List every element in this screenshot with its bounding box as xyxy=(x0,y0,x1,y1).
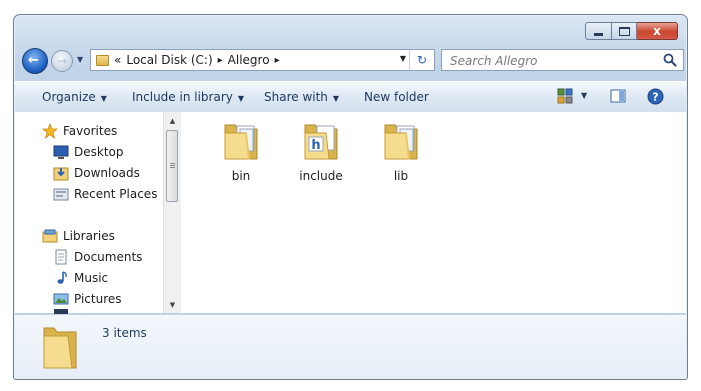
caption-buttons: x xyxy=(585,22,678,40)
scroll-down-arrow[interactable]: ▼ xyxy=(164,296,181,313)
close-button[interactable]: x xyxy=(637,22,678,40)
share-with-menu[interactable]: Share with ▼ xyxy=(264,90,339,104)
refresh-icon: ↻ xyxy=(416,53,428,67)
view-options-dropdown[interactable]: ▼ xyxy=(581,91,587,100)
sidebar-item-label: Desktop xyxy=(74,145,124,159)
breadcrumb-local-disk[interactable]: Local Disk (C:) xyxy=(126,53,212,67)
file-list: bin h include lib xyxy=(181,112,686,313)
sidebar-item-label: Favorites xyxy=(63,124,118,138)
minimize-icon xyxy=(594,32,603,36)
sidebar-item-documents[interactable]: Documents xyxy=(53,248,142,266)
include-in-library-menu[interactable]: Include in library ▼ xyxy=(132,90,244,104)
search-icon[interactable] xyxy=(662,52,678,68)
address-dropdown[interactable]: ▼ xyxy=(400,54,406,63)
recent-places-icon xyxy=(53,188,69,201)
search-box[interactable] xyxy=(441,49,684,71)
sidebar-item-label: Downloads xyxy=(74,166,140,180)
preview-pane-icon[interactable] xyxy=(610,88,626,104)
sidebar-item-desktop[interactable]: Desktop xyxy=(53,143,124,161)
folder-icon xyxy=(224,124,258,160)
chevron-down-icon: ▼ xyxy=(100,94,107,103)
new-folder-label: New folder xyxy=(364,90,429,104)
forward-button[interactable]: → xyxy=(51,50,73,72)
folder-item-bin[interactable]: bin xyxy=(211,117,271,183)
close-icon: x xyxy=(653,24,661,38)
star-icon xyxy=(42,123,58,139)
maximize-button[interactable] xyxy=(612,22,637,40)
command-bar: Organize ▼ Include in library ▼ Share with… xyxy=(15,81,686,113)
chevron-down-icon: ▼ xyxy=(332,94,340,103)
breadcrumb-separator[interactable]: ▸ xyxy=(218,55,223,66)
sidebar-item-label: Recent Places xyxy=(74,187,158,201)
minimize-button[interactable] xyxy=(585,22,612,40)
folder-label: include xyxy=(299,169,343,183)
chevron-down-icon: ▼ xyxy=(237,94,245,103)
organize-menu[interactable]: Organize ▼ xyxy=(42,90,107,104)
svg-text:?: ? xyxy=(652,91,658,104)
scroll-up-arrow[interactable]: ▲ xyxy=(164,112,181,129)
sidebar-item-label: Pictures xyxy=(74,292,122,306)
sidebar-item-recent-places[interactable]: Recent Places xyxy=(53,185,157,203)
folder-h-icon: h xyxy=(304,124,338,160)
share-with-label: Share with xyxy=(264,90,328,104)
change-view-icon[interactable] xyxy=(557,88,573,104)
folder-item-include[interactable]: h include xyxy=(291,117,351,183)
navigation-pane-scrollbar[interactable]: ▲ ▼ xyxy=(163,112,181,313)
grip-icon xyxy=(170,163,175,164)
back-button[interactable]: ← xyxy=(22,48,48,74)
sidebar-item-libraries[interactable]: Libraries xyxy=(42,227,115,245)
sidebar-item-label: Music xyxy=(74,271,109,285)
folder-label: lib xyxy=(393,169,409,183)
navigation-pane: Favorites Desktop Downloads Recent Place… xyxy=(15,112,163,314)
sidebar-item-music[interactable]: Music xyxy=(53,269,108,287)
sidebar-item-favorites[interactable]: Favorites xyxy=(42,122,117,140)
forward-arrow-icon: → xyxy=(57,54,68,68)
sidebar-item-label: Libraries xyxy=(63,229,115,243)
explorer-window: x ← → ▼ « Local Disk (C:) ▸ Allegro ▸ ▼ … xyxy=(13,14,688,380)
breadcrumb-allegro[interactable]: Allegro xyxy=(228,53,270,67)
documents-icon xyxy=(55,249,67,265)
include-in-library-label: Include in library xyxy=(132,90,233,104)
search-input[interactable] xyxy=(448,51,652,71)
sidebar-item-downloads[interactable]: Downloads xyxy=(53,164,140,182)
refresh-button[interactable]: ↻ xyxy=(409,50,434,70)
back-arrow-icon: ← xyxy=(28,53,39,68)
item-count: 3 items xyxy=(102,326,147,340)
pictures-icon xyxy=(53,293,69,305)
folder-label: bin xyxy=(231,169,251,183)
details-pane: 3 items xyxy=(15,314,686,379)
organize-label: Organize xyxy=(42,90,96,104)
sidebar-item-label: Documents xyxy=(74,250,143,264)
folder-icon xyxy=(96,54,109,66)
new-folder-button[interactable]: New folder xyxy=(364,90,429,104)
sidebar-item-pictures[interactable]: Pictures xyxy=(53,290,122,308)
desktop-icon xyxy=(53,145,69,159)
music-note-icon xyxy=(57,271,67,284)
downloads-icon xyxy=(53,167,69,181)
breadcrumb-separator[interactable]: ▸ xyxy=(275,55,280,66)
address-bar[interactable]: « Local Disk (C:) ▸ Allegro ▸ ▼ ↻ xyxy=(90,49,435,71)
libraries-icon xyxy=(42,229,58,243)
folder-icon xyxy=(384,124,418,160)
svg-text:h: h xyxy=(311,138,320,153)
scrollbar-thumb[interactable] xyxy=(166,130,178,202)
help-icon[interactable]: ? xyxy=(647,88,664,105)
folder-item-lib[interactable]: lib xyxy=(371,117,431,183)
maximize-icon xyxy=(618,26,630,36)
breadcrumb-overflow[interactable]: « xyxy=(114,53,121,67)
folder-icon xyxy=(43,327,77,369)
navigation-bar: ← → ▼ « Local Disk (C:) ▸ Allegro ▸ ▼ ↻ xyxy=(22,48,684,74)
recent-pages-dropdown[interactable]: ▼ xyxy=(77,55,83,64)
